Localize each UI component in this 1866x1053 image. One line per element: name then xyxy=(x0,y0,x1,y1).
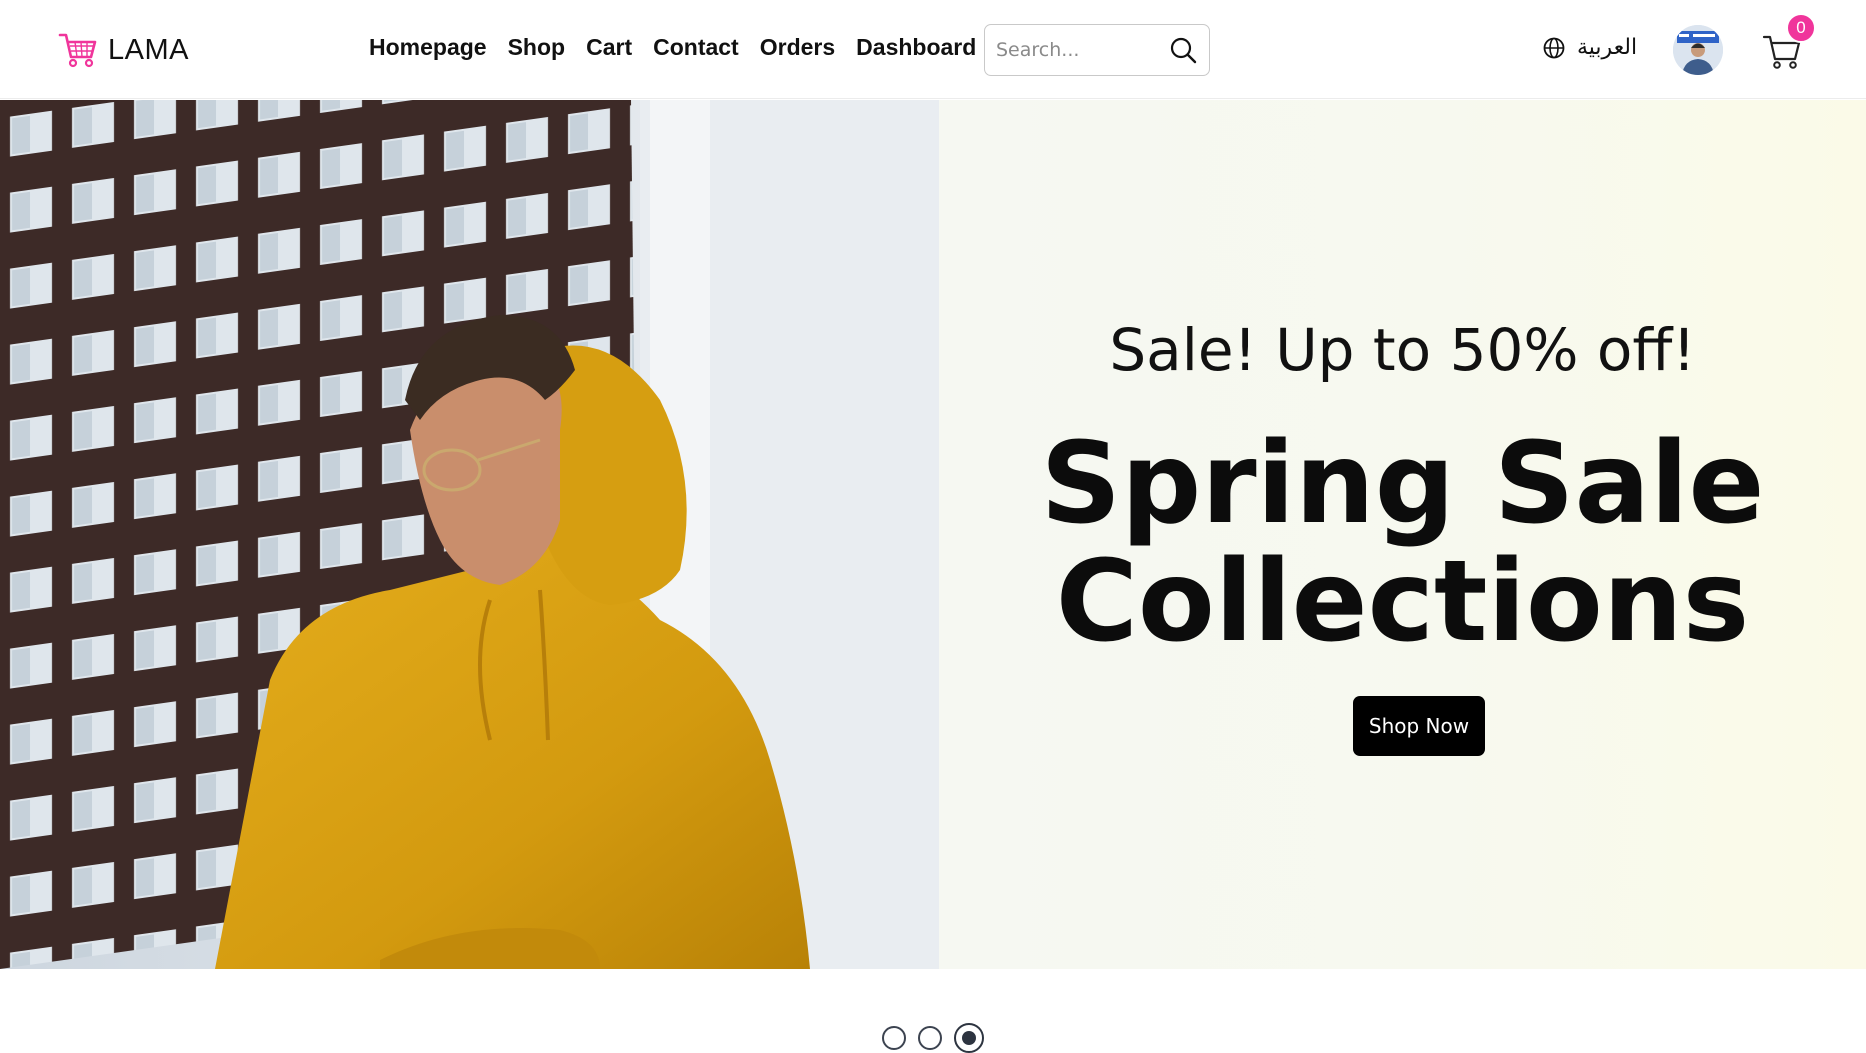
slider-dot-3[interactable] xyxy=(954,1023,984,1053)
globe-icon xyxy=(1543,37,1565,58)
hero-content: Sale! Up to 50% off! Spring Sale Collect… xyxy=(939,100,1866,969)
search-button[interactable] xyxy=(1167,34,1199,66)
search-input[interactable] xyxy=(996,39,1167,61)
brand-name: LAMA xyxy=(108,33,189,66)
nav-link-cart[interactable]: Cart xyxy=(586,34,632,61)
avatar[interactable] xyxy=(1673,25,1723,75)
hero-title-line-2: Collections xyxy=(1055,537,1750,667)
slider-dots xyxy=(882,1023,984,1053)
brand-logo[interactable]: LAMA xyxy=(58,30,189,70)
hero-photo xyxy=(0,100,939,969)
slider-dot-2[interactable] xyxy=(918,1026,942,1050)
hero-slider: Sale! Up to 50% off! Spring Sale Collect… xyxy=(0,100,1866,1053)
cart-count-badge: 0 xyxy=(1786,13,1816,43)
hero-subtitle: Sale! Up to 50% off! xyxy=(1109,316,1696,384)
nav-link-dashboard[interactable]: Dashboard xyxy=(856,34,976,61)
hero-image xyxy=(0,100,939,969)
navbar: LAMA Homepage Shop Cart Contact Orders D… xyxy=(0,0,1866,99)
search-icon xyxy=(1170,37,1197,64)
nav-link-orders[interactable]: Orders xyxy=(760,34,835,61)
language-switcher[interactable]: العربية xyxy=(1543,35,1637,60)
nav-link-contact[interactable]: Contact xyxy=(653,34,739,61)
slider-dot-1[interactable] xyxy=(882,1026,906,1050)
shop-now-button[interactable]: Shop Now xyxy=(1353,696,1485,756)
main-nav: Homepage Shop Cart Contact Orders Dashbo… xyxy=(369,34,976,61)
avatar-image xyxy=(1673,25,1723,75)
nav-link-homepage[interactable]: Homepage xyxy=(369,34,487,61)
nav-link-shop[interactable]: Shop xyxy=(508,34,566,61)
shopping-cart-icon xyxy=(58,33,97,68)
search-box xyxy=(984,24,1210,76)
language-label: العربية xyxy=(1577,35,1638,60)
hero-title-line-1: Spring Sale xyxy=(1040,419,1765,549)
hero-title: Spring Sale Collections xyxy=(939,425,1866,661)
